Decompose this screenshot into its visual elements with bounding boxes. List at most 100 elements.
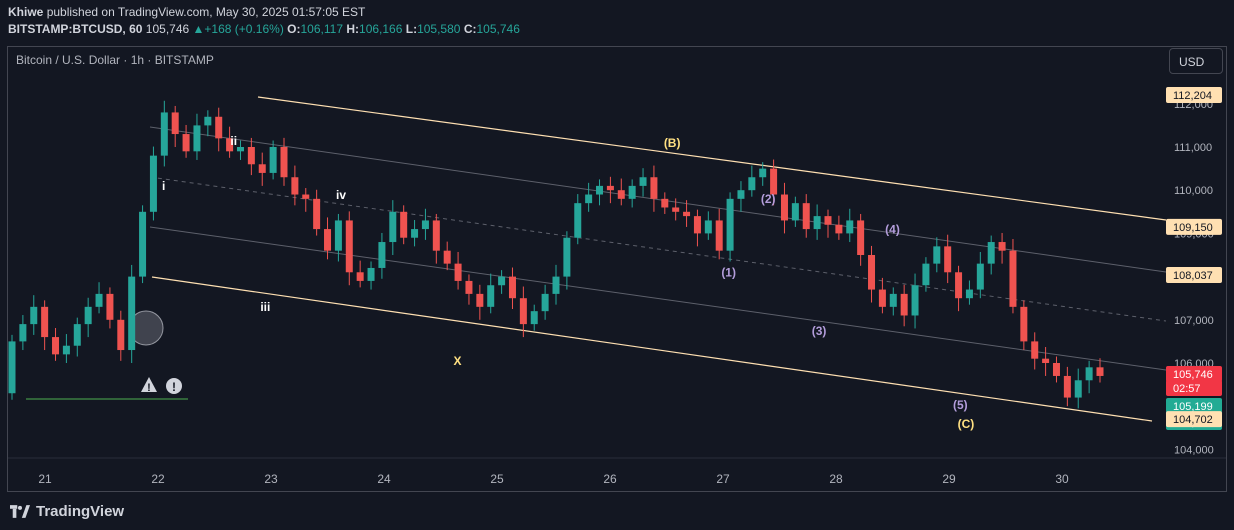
candle-body — [258, 164, 266, 173]
candle-body — [900, 293, 908, 316]
candle-body — [247, 147, 255, 165]
price-label-text: 104,702 — [1173, 414, 1213, 426]
price-label-text: 109,150 — [1173, 222, 1213, 234]
candle-body — [160, 112, 168, 156]
candle-body — [541, 293, 549, 312]
candle-body — [73, 324, 81, 346]
candle-body — [835, 224, 843, 234]
time-tick-label: 29 — [942, 472, 956, 486]
time-tick-label: 27 — [716, 472, 730, 486]
tradingview-logo-icon — [10, 505, 30, 518]
price-tick-label: 110,000 — [1174, 185, 1213, 197]
channel-upper-line — [257, 96, 1167, 221]
candle-body — [878, 289, 886, 307]
candle-body — [726, 198, 734, 251]
price-label-text: 02:57 — [1173, 383, 1201, 395]
wave-label: X — [453, 354, 461, 368]
candle-body — [508, 276, 516, 299]
candle-body — [128, 276, 136, 351]
candle-body — [965, 289, 973, 299]
warning-icon-mark: ! — [147, 382, 151, 394]
price-label-text: 108,037 — [1173, 270, 1213, 282]
candle-body — [95, 293, 103, 307]
candle-body — [661, 198, 669, 208]
candle-body — [802, 203, 810, 230]
price-chart[interactable]: !!112,000111,000110,000109,000108,000107… — [0, 0, 1234, 530]
candle-body — [911, 285, 919, 316]
candle-body — [617, 190, 625, 199]
currency-button[interactable]: USD — [1169, 48, 1223, 74]
candle-body — [1042, 358, 1050, 363]
candle-body — [1052, 363, 1060, 376]
time-tick-label: 22 — [151, 472, 165, 486]
candle-body — [476, 293, 484, 307]
candle-body — [606, 185, 614, 191]
time-tick-label: 23 — [264, 472, 278, 486]
price-label-text: 105,746 — [1173, 369, 1213, 381]
candle-body — [324, 229, 332, 251]
candle-body — [30, 306, 38, 325]
wave-label: (2) — [761, 192, 776, 206]
candle-body — [378, 242, 386, 268]
wave-label: ii — [230, 134, 237, 148]
candle-body — [171, 112, 179, 135]
candle-body — [215, 116, 223, 139]
candle-body — [628, 185, 636, 199]
candle-body — [182, 134, 190, 152]
candle-body — [824, 216, 832, 225]
candle-body — [367, 267, 375, 281]
candle-body — [596, 185, 604, 195]
candle-body — [1031, 341, 1039, 359]
candle-body — [693, 216, 701, 234]
chart-title: Bitcoin / U.S. Dollar · 1h · BITSTAMP — [16, 53, 214, 67]
candle-body — [944, 246, 952, 273]
candle-body — [84, 306, 92, 325]
candle-body — [236, 147, 244, 152]
candle-body — [302, 194, 310, 199]
candle-body — [770, 168, 778, 195]
tradingview-footer[interactable]: TradingView — [10, 503, 124, 520]
candle-body — [8, 341, 16, 394]
candle-body — [204, 116, 212, 126]
time-tick-label: 28 — [829, 472, 843, 486]
candle-body — [1063, 375, 1071, 398]
channel-lower-line — [151, 276, 1153, 422]
candle-body — [19, 324, 27, 342]
candle-body — [1096, 367, 1104, 376]
candle-body — [955, 272, 963, 299]
candle-body — [1020, 306, 1028, 342]
candle-body — [574, 203, 582, 238]
candle-body — [62, 345, 70, 355]
candle-body — [280, 147, 288, 178]
candle-body — [106, 293, 114, 320]
candle-body — [922, 263, 930, 286]
candle-body — [1085, 367, 1093, 381]
candle-body — [432, 220, 440, 251]
time-tick-label: 21 — [38, 472, 52, 486]
candle-body — [389, 211, 397, 243]
candle-body — [454, 263, 462, 281]
candle-body — [737, 190, 745, 199]
candle-body — [269, 147, 277, 173]
candle-body — [998, 242, 1006, 251]
candle-body — [52, 337, 60, 355]
candle-body — [683, 211, 691, 217]
candle-body — [563, 237, 571, 277]
wave-label: i — [162, 179, 165, 193]
brand-name: TradingView — [36, 503, 125, 520]
candle-body — [41, 306, 49, 338]
candle-body — [639, 177, 647, 186]
candle-body — [487, 285, 495, 307]
candle-body — [411, 229, 419, 238]
candle-body — [1009, 250, 1017, 307]
candle-body — [813, 216, 821, 230]
wave-label: (1) — [721, 266, 736, 280]
candle-body — [519, 298, 527, 325]
candle-body — [585, 194, 593, 204]
candle-body — [552, 276, 560, 294]
candle-body — [704, 220, 712, 234]
price-tick-label: 111,000 — [1174, 142, 1212, 154]
candle-body — [465, 280, 473, 294]
candle-body — [748, 177, 756, 191]
price-tick-label: 104,000 — [1174, 444, 1214, 456]
